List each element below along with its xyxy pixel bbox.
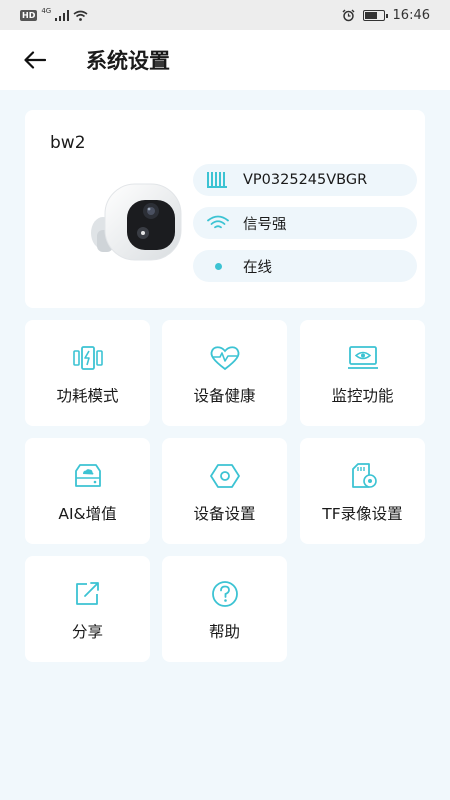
monitor-icon — [347, 344, 379, 372]
tile-tf-recording[interactable]: TF录像设置 — [300, 438, 425, 544]
signal-strength: 信号强 — [243, 216, 287, 233]
status-bar: HD 4G 16:46 — [0, 0, 450, 30]
online-pill: 在线 — [193, 250, 417, 282]
tile-power-mode[interactable]: 功耗模式 — [25, 320, 150, 426]
serial-number: VP0325245VBGR — [243, 172, 368, 188]
status-right: 16:46 — [342, 8, 430, 23]
cloud-storage-icon — [72, 462, 104, 490]
network-type: 4G — [41, 7, 52, 15]
arrow-left-icon — [24, 51, 46, 69]
cell-signal-icon — [55, 9, 70, 21]
tile-device-health[interactable]: 设备健康 — [162, 320, 287, 426]
app-bar: 系统设置 — [0, 30, 450, 90]
tile-label: AI&增值 — [58, 505, 117, 523]
clock: 16:46 — [392, 7, 430, 23]
tile-label: 功耗模式 — [56, 387, 119, 405]
help-icon — [209, 580, 241, 608]
hexagon-settings-icon — [209, 462, 241, 490]
tile-ai-value-added[interactable]: AI&增值 — [25, 438, 150, 544]
device-card: bw2 VP0325245VBGR 信号强 在线 — [25, 110, 425, 308]
serial-pill: VP0325245VBGR — [193, 164, 417, 196]
tile-label: 设备设置 — [193, 505, 256, 523]
online-dot-icon — [207, 262, 233, 270]
barcode-icon — [207, 172, 233, 188]
tile-label: 分享 — [71, 623, 103, 641]
back-button[interactable] — [20, 45, 50, 75]
camera-image — [91, 183, 182, 261]
tile-label: 监控功能 — [331, 387, 394, 405]
tile-share[interactable]: 分享 — [25, 556, 150, 662]
sd-card-icon — [347, 462, 379, 490]
wifi-status-icon — [73, 10, 88, 21]
page-title: 系统设置 — [86, 49, 170, 73]
wifi-icon — [207, 215, 233, 231]
status-left: HD 4G — [20, 7, 88, 21]
online-status: 在线 — [243, 259, 272, 276]
device-name: bw2 — [50, 133, 86, 153]
heart-pulse-icon — [209, 344, 241, 372]
tile-label: TF录像设置 — [322, 505, 403, 523]
tile-device-settings[interactable]: 设备设置 — [162, 438, 287, 544]
tile-monitor-function[interactable]: 监控功能 — [300, 320, 425, 426]
tile-label: 帮助 — [208, 623, 240, 641]
hd-badge: HD — [20, 9, 38, 21]
battery-mode-icon — [72, 344, 104, 372]
share-icon — [72, 580, 104, 608]
alarm-icon — [342, 9, 355, 21]
tile-help[interactable]: 帮助 — [162, 556, 287, 662]
signal-pill: 信号强 — [193, 207, 417, 239]
tile-label: 设备健康 — [193, 387, 256, 405]
battery-icon — [362, 9, 388, 21]
